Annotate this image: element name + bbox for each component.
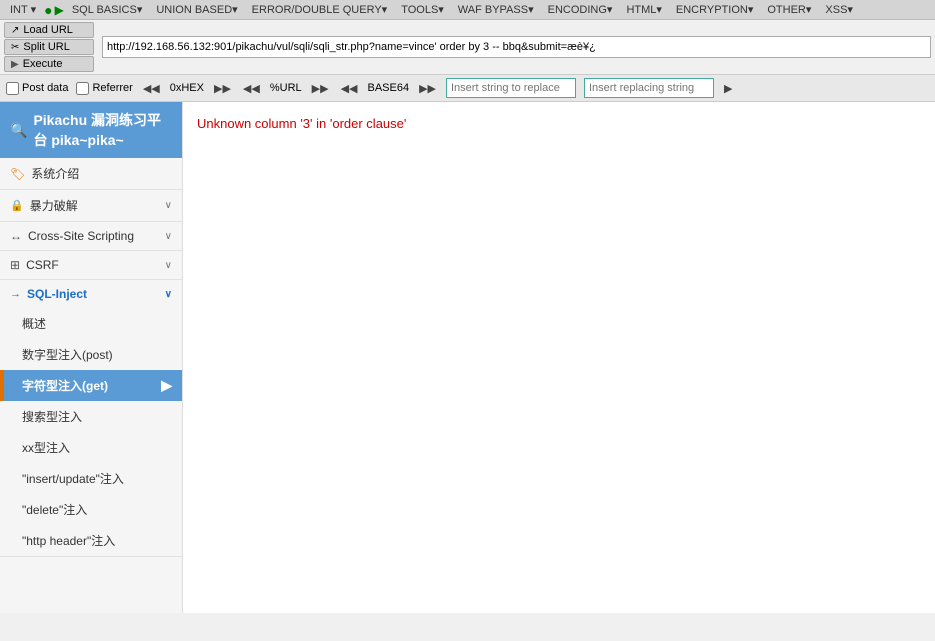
sidebar-subitem-overview[interactable]: 概述 xyxy=(0,308,182,339)
url-input[interactable] xyxy=(102,36,931,58)
search-icon: 🔍 xyxy=(10,122,27,139)
base64-label: BASE64 xyxy=(367,82,409,94)
execute-button[interactable]: Execute xyxy=(4,56,94,72)
section-xss: ↔ Cross-Site Scripting ∨ xyxy=(0,222,182,251)
xss-icon: ↔ xyxy=(10,229,22,243)
extra-arrow[interactable]: ▶ xyxy=(722,82,734,95)
load-url-icon: ↗ xyxy=(11,25,19,36)
sidebar-item-intro[interactable]: 🏷 系统介绍 xyxy=(0,158,182,189)
menu-html[interactable]: HTML▾ xyxy=(620,1,667,18)
stringget-label: 字符型注入(get) xyxy=(22,377,108,394)
xss-label: Cross-Site Scripting xyxy=(28,229,134,243)
menu-waf-bypass[interactable]: WAF BYPASS▾ xyxy=(452,1,540,18)
menu-error-double-query[interactable]: ERROR/DOUBLE QUERY▾ xyxy=(246,1,394,18)
load-url-button[interactable]: ↗ Load URL xyxy=(4,22,94,38)
xss-chevron: ∨ xyxy=(165,231,172,242)
httpheader-label: "http header"注入 xyxy=(22,532,115,549)
sidebar-subitem-stringget[interactable]: 字符型注入(get) ▶ xyxy=(0,370,182,401)
sidebar-subitem-httpheader[interactable]: "http header"注入 xyxy=(0,525,182,556)
csrf-chevron: ∨ xyxy=(165,260,172,271)
hex-right-arrow[interactable]: ▶▶ xyxy=(212,82,233,95)
url-right-arrow[interactable]: ▶▶ xyxy=(310,82,331,95)
sqlinject-chevron: ∨ xyxy=(165,289,172,300)
url-toolbar: ↗ Load URL ✂ Split URL Execute xyxy=(0,20,935,75)
referrer-checkbox[interactable] xyxy=(76,82,89,95)
base64-right-arrow[interactable]: ▶▶ xyxy=(417,82,438,95)
main-area: 🔍 Pikachu 漏洞练习平台 pika~pika~ 🏷 系统介绍 🔒 暴力破… xyxy=(0,102,935,613)
insert-string-replace-input[interactable] xyxy=(446,78,576,98)
menu-int[interactable]: INT ▾ xyxy=(4,1,42,18)
error-message: Unknown column '3' in 'order clause' xyxy=(197,116,921,131)
sidebar-item-bruteforce[interactable]: 🔒 暴力破解 ∨ xyxy=(0,190,182,221)
csrf-label: CSRF xyxy=(26,258,59,272)
referrer-label: Referrer xyxy=(92,82,132,94)
content-area: Unknown column '3' in 'order clause' xyxy=(183,102,935,613)
sidebar-item-xss[interactable]: ↔ Cross-Site Scripting ∨ xyxy=(0,222,182,250)
sidebar-title: Pikachu 漏洞练习平台 pika~pika~ xyxy=(33,110,172,150)
delete-label: "delete"注入 xyxy=(22,501,87,518)
sidebar-subitem-xxtype[interactable]: xx型注入 xyxy=(0,432,182,463)
tag-icon: 🏷 xyxy=(10,167,25,181)
checkbox-row: Post data Referrer ◀◀ 0xHEX ▶▶ ◀◀ %URL ▶… xyxy=(0,75,935,102)
bruteforce-chevron: ∨ xyxy=(165,200,172,211)
bruteforce-label: 暴力破解 xyxy=(30,197,78,214)
numericpost-label: 数字型注入(post) xyxy=(22,346,113,363)
green-play-icon[interactable]: ▶ xyxy=(55,3,64,17)
url-label: %URL xyxy=(270,82,302,94)
sidebar-subitem-searchtype[interactable]: 搜索型注入 xyxy=(0,401,182,432)
menu-xss[interactable]: XSS▾ xyxy=(819,1,859,18)
post-data-checkbox[interactable] xyxy=(6,82,19,95)
lock-icon: 🔒 xyxy=(10,199,24,212)
insertupdate-label: "insert/update"注入 xyxy=(22,470,124,487)
xxtype-label: xx型注入 xyxy=(22,439,70,456)
sidebar-subitem-insertupdate[interactable]: "insert/update"注入 xyxy=(0,463,182,494)
menu-encryption[interactable]: ENCRYPTION▾ xyxy=(670,1,759,18)
csrf-icon: ⊞ xyxy=(10,258,20,272)
split-url-icon: ✂ xyxy=(11,42,19,53)
sidebar-subitem-numericpost[interactable]: 数字型注入(post) xyxy=(0,339,182,370)
sidebar-item-csrf[interactable]: ⊞ CSRF ∨ xyxy=(0,251,182,279)
active-indicator xyxy=(0,370,4,401)
section-csrf: ⊞ CSRF ∨ xyxy=(0,251,182,280)
menu-other[interactable]: OTHER▾ xyxy=(761,1,817,18)
section-intro: 🏷 系统介绍 xyxy=(0,158,182,190)
intro-label: 系统介绍 xyxy=(31,165,79,182)
referrer-checkbox-item: Referrer xyxy=(76,82,132,95)
menu-sql-basics[interactable]: SQL BASICS▾ xyxy=(66,1,149,18)
sql-arrow-icon: → xyxy=(10,288,21,300)
section-sqlinject: → SQL-Inject ∨ 概述 数字型注入(post) 字符型注入(get)… xyxy=(0,280,182,557)
menu-union-based[interactable]: UNION BASED▾ xyxy=(150,1,243,18)
menu-bar: INT ▾ ● ▶ SQL BASICS▾ UNION BASED▾ ERROR… xyxy=(0,0,935,20)
insert-replacing-string-input[interactable] xyxy=(584,78,714,98)
section-bruteforce: 🔒 暴力破解 ∨ xyxy=(0,190,182,222)
overview-label: 概述 xyxy=(22,315,46,332)
execute-label: Execute xyxy=(23,58,63,70)
load-url-label: Load URL xyxy=(23,24,73,36)
sidebar-item-sqlinject[interactable]: → SQL-Inject ∨ xyxy=(0,280,182,308)
menu-encoding[interactable]: ENCODING▾ xyxy=(542,1,619,18)
active-arrow-icon: ▶ xyxy=(161,377,172,394)
green-dot-icon[interactable]: ● xyxy=(44,2,52,18)
post-data-label: Post data xyxy=(22,82,68,94)
sidebar-subitem-delete[interactable]: "delete"注入 xyxy=(0,494,182,525)
hex-left-arrow[interactable]: ◀◀ xyxy=(141,82,162,95)
sqlinject-label: SQL-Inject xyxy=(27,287,87,301)
nav-buttons: ↗ Load URL ✂ Split URL Execute xyxy=(4,22,94,72)
execute-icon xyxy=(11,58,19,70)
sidebar: 🔍 Pikachu 漏洞练习平台 pika~pika~ 🏷 系统介绍 🔒 暴力破… xyxy=(0,102,183,613)
split-url-button[interactable]: ✂ Split URL xyxy=(4,39,94,55)
hex-label: 0xHEX xyxy=(170,82,204,94)
menu-tools[interactable]: TOOLS▾ xyxy=(395,1,450,18)
url-left-arrow[interactable]: ◀◀ xyxy=(241,82,262,95)
split-url-label: Split URL xyxy=(23,41,69,53)
base64-left-arrow[interactable]: ◀◀ xyxy=(339,82,360,95)
searchtype-label: 搜索型注入 xyxy=(22,408,82,425)
sidebar-header: 🔍 Pikachu 漏洞练习平台 pika~pika~ xyxy=(0,102,182,158)
post-data-checkbox-item: Post data xyxy=(6,82,68,95)
